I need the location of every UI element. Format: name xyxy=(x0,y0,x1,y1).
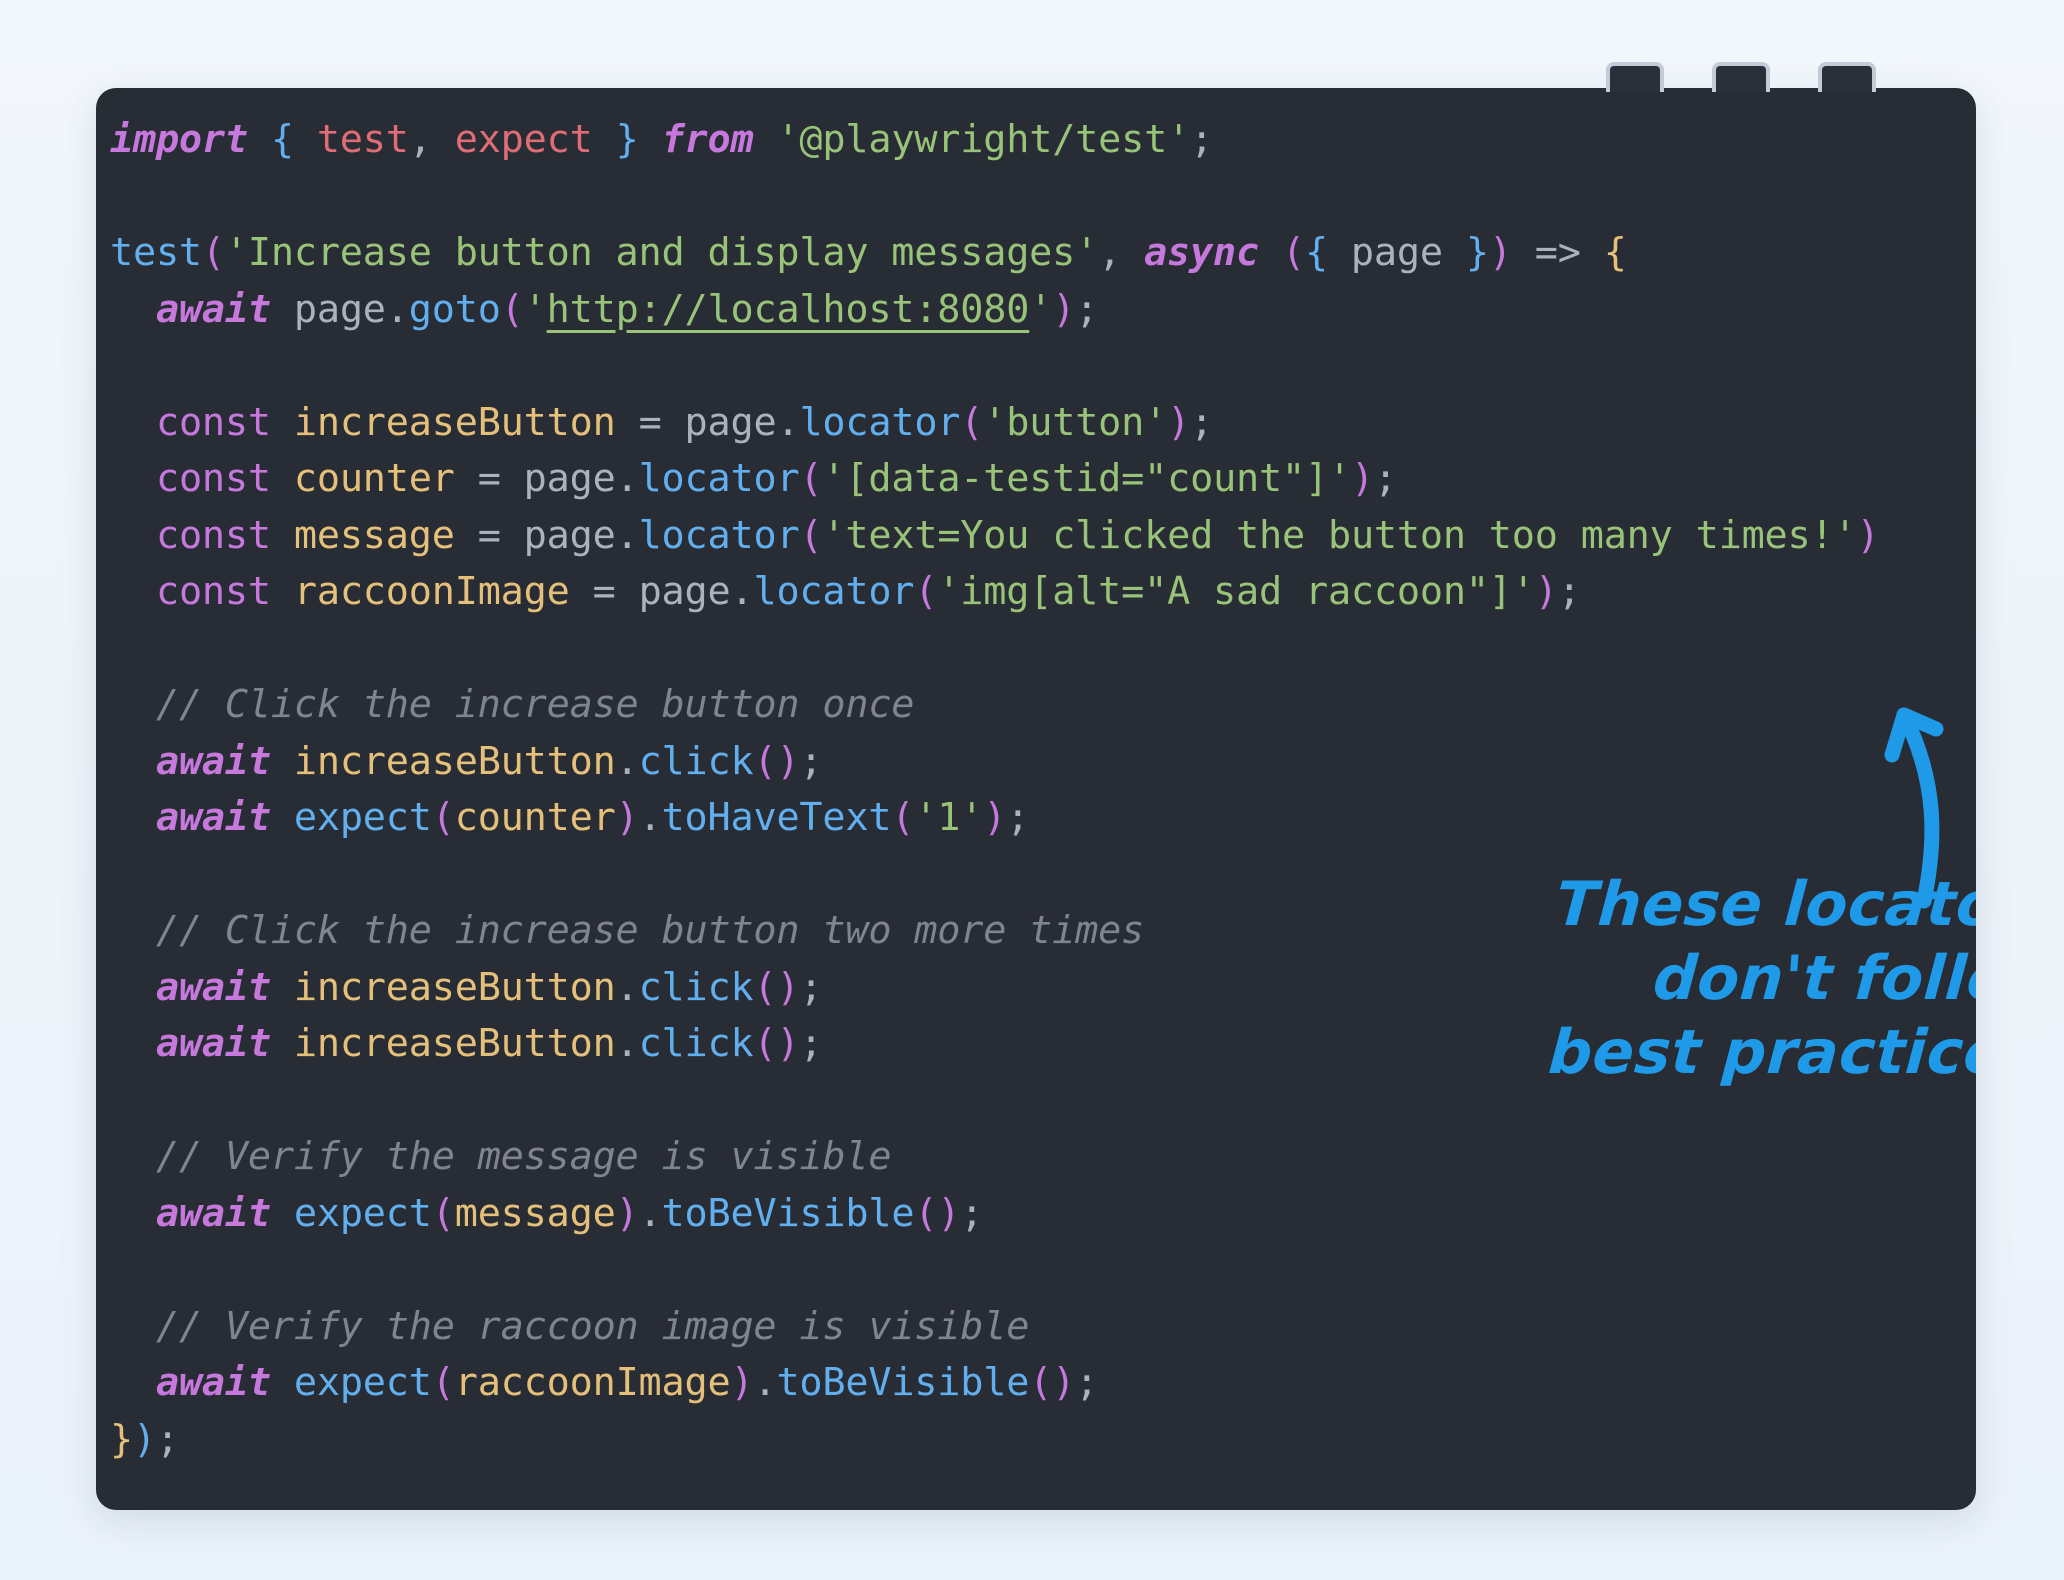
screenshot-root: import { test, expect } from '@playwrigh… xyxy=(0,0,2064,1580)
maximize-button[interactable] xyxy=(1712,62,1770,92)
code-block[interactable]: import { test, expect } from '@playwrigh… xyxy=(110,112,1976,1468)
window-controls xyxy=(1606,56,1936,92)
minimize-button[interactable] xyxy=(1606,62,1664,92)
code-editor-viewport: import { test, expect } from '@playwrigh… xyxy=(96,88,1976,1510)
code-editor-panel[interactable]: import { test, expect } from '@playwrigh… xyxy=(96,88,1976,1510)
close-button[interactable] xyxy=(1818,62,1876,92)
